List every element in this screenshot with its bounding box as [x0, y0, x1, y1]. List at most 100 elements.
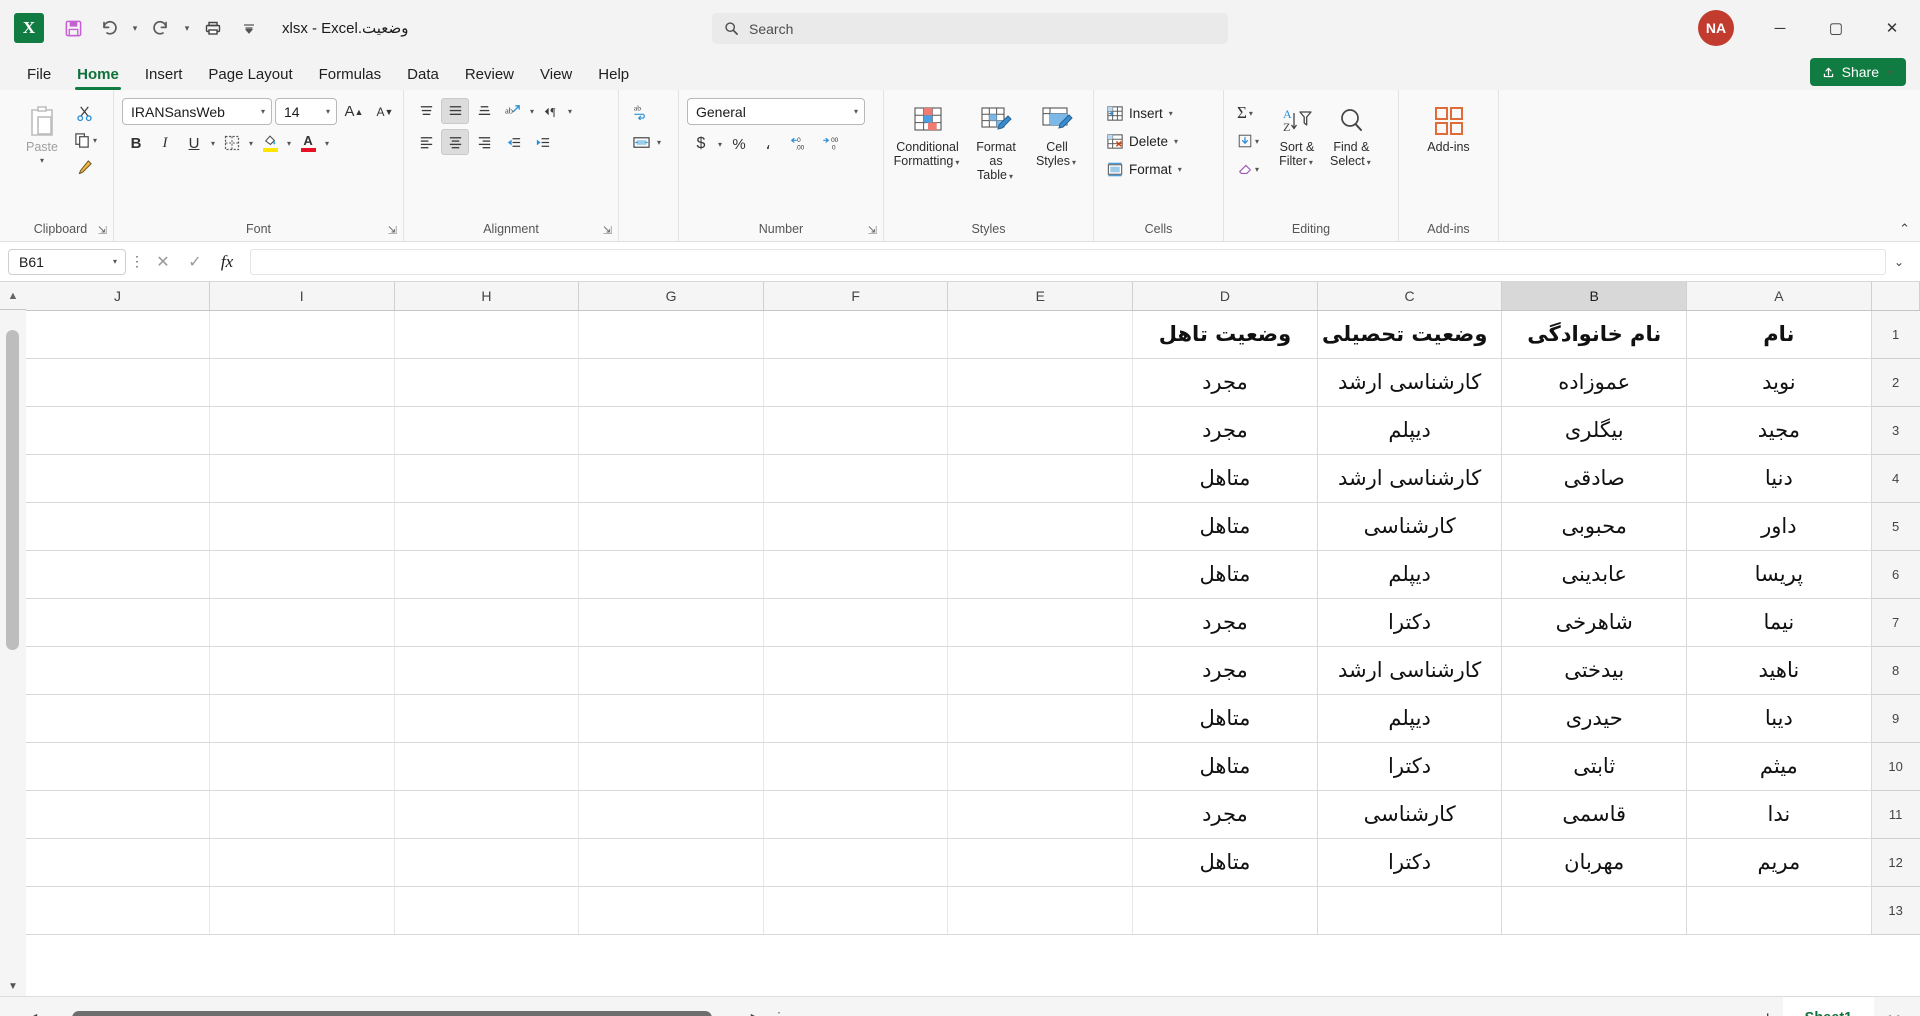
cut-button[interactable]: [70, 100, 98, 126]
cell-D2[interactable]: مجرد: [1132, 358, 1318, 407]
vertical-scroll-thumb[interactable]: [6, 330, 19, 650]
font-name-dropdown-arrow[interactable]: ▾: [259, 107, 267, 116]
cell-J5[interactable]: [26, 502, 210, 551]
cell-I10[interactable]: [209, 742, 395, 791]
cell-G2[interactable]: [578, 358, 764, 407]
cell-E12[interactable]: [947, 838, 1134, 887]
cell-H4[interactable]: [394, 454, 580, 503]
wrap-text-button[interactable]: ab: [627, 98, 655, 124]
paste-button[interactable]: Paste ▾: [16, 98, 68, 172]
cell-D11[interactable]: مجرد: [1132, 790, 1318, 839]
orientation-dropdown-arrow[interactable]: ▾: [528, 107, 536, 116]
scroll-right-button[interactable]: ▶: [744, 1011, 766, 1016]
cell-B5[interactable]: محبوبی: [1501, 502, 1688, 551]
cell-D7[interactable]: مجرد: [1132, 598, 1318, 647]
cell-E3[interactable]: [947, 406, 1134, 455]
bold-button[interactable]: B: [122, 130, 150, 156]
tab-view[interactable]: View: [527, 60, 585, 90]
cell-I7[interactable]: [209, 598, 395, 647]
format-as-table-button[interactable]: Format as Table ▾: [965, 98, 1027, 188]
sort-filter-dropdown-arrow[interactable]: ▾: [1307, 158, 1315, 167]
cell-D6[interactable]: متاهل: [1132, 550, 1318, 599]
fill-color-button[interactable]: [256, 130, 284, 156]
cell-B12[interactable]: مهربان: [1501, 838, 1688, 887]
cell-C11[interactable]: کارشناسی: [1317, 790, 1503, 839]
cell-H12[interactable]: [394, 838, 580, 887]
cell-J10[interactable]: [26, 742, 210, 791]
underline-button[interactable]: U: [180, 130, 208, 156]
cell-D9[interactable]: متاهل: [1132, 694, 1318, 743]
align-top-button[interactable]: [412, 98, 440, 124]
font-color-button[interactable]: A: [294, 130, 322, 156]
cell-A11[interactable]: ندا: [1686, 790, 1872, 839]
increase-decimal-button[interactable]: 0 .00: [783, 131, 815, 157]
cell-G11[interactable]: [578, 790, 764, 839]
undo-button[interactable]: [92, 12, 126, 44]
cell-I3[interactable]: [209, 406, 395, 455]
column-header-J[interactable]: J: [26, 282, 210, 311]
cell-I2[interactable]: [209, 358, 395, 407]
cell-G3[interactable]: [578, 406, 764, 455]
cell-B2[interactable]: عموزاده: [1501, 358, 1688, 407]
cell-C5[interactable]: کارشناسی: [1317, 502, 1503, 551]
cell-G4[interactable]: [578, 454, 764, 503]
cell-styles-dropdown-arrow[interactable]: ▾: [1070, 158, 1078, 167]
align-bottom-button[interactable]: [470, 98, 498, 124]
scroll-left-button[interactable]: ◀: [22, 1011, 44, 1016]
cell-F8[interactable]: [763, 646, 949, 695]
cell-J1[interactable]: [26, 310, 210, 359]
cell-A5[interactable]: داور: [1686, 502, 1872, 551]
cell-E8[interactable]: [947, 646, 1134, 695]
cell-H5[interactable]: [394, 502, 580, 551]
conditional-formatting-button[interactable]: Conditional Formatting ▾: [892, 98, 963, 174]
cell-D8[interactable]: مجرد: [1132, 646, 1318, 695]
align-left-button[interactable]: [412, 129, 440, 155]
accounting-format-button[interactable]: $: [687, 131, 715, 157]
cell-C7[interactable]: دکترا: [1317, 598, 1503, 647]
cell-I13[interactable]: [209, 886, 395, 935]
tab-data[interactable]: Data: [394, 60, 452, 90]
text-direction-button[interactable]: ¶: [537, 98, 565, 124]
cell-D10[interactable]: متاهل: [1132, 742, 1318, 791]
column-header-C[interactable]: C: [1317, 282, 1503, 311]
cell-B4[interactable]: صادقی: [1501, 454, 1688, 503]
row-header-8[interactable]: 8: [1870, 646, 1920, 695]
addins-button[interactable]: Add-ins: [1418, 98, 1480, 158]
font-size-combo[interactable]: 14 ▾: [275, 98, 337, 125]
cell-F2[interactable]: [763, 358, 949, 407]
tab-review[interactable]: Review: [452, 60, 527, 90]
horizontal-scroll-track[interactable]: [44, 1010, 744, 1016]
cell-H1[interactable]: [394, 310, 580, 359]
cell-B9[interactable]: حیدری: [1501, 694, 1688, 743]
decrease-indent-button[interactable]: [499, 129, 527, 155]
cell-E10[interactable]: [947, 742, 1134, 791]
row-header-4[interactable]: 4: [1870, 454, 1920, 503]
avatar[interactable]: NA: [1698, 10, 1734, 46]
delete-cells-dropdown-arrow[interactable]: ▾: [1172, 137, 1180, 146]
merge-center-button[interactable]: [627, 129, 655, 155]
clear-dropdown-arrow[interactable]: ▾: [1253, 165, 1261, 174]
merge-center-dropdown-arrow[interactable]: ▾: [655, 138, 663, 147]
formula-input[interactable]: [250, 248, 1886, 275]
cell-C10[interactable]: دکترا: [1317, 742, 1503, 791]
italic-button[interactable]: I: [151, 130, 179, 156]
cell-B7[interactable]: شاهرخی: [1501, 598, 1688, 647]
clear-button[interactable]: ▾: [1232, 156, 1270, 182]
cell-D1[interactable]: وضعیت تاهل: [1132, 310, 1318, 359]
cell-E6[interactable]: [947, 550, 1134, 599]
cell-I4[interactable]: [209, 454, 395, 503]
orientation-button[interactable]: ab: [499, 98, 527, 124]
row-header-12[interactable]: 12: [1870, 838, 1920, 887]
decrease-decimal-button[interactable]: 00 0: [816, 131, 848, 157]
split-handle[interactable]: ⋮: [766, 1009, 792, 1016]
vertical-scroll-track[interactable]: [0, 310, 26, 976]
cell-G6[interactable]: [578, 550, 764, 599]
cell-E4[interactable]: [947, 454, 1134, 503]
fill-color-dropdown-arrow[interactable]: ▾: [285, 139, 293, 148]
minimize-button[interactable]: ─: [1752, 0, 1808, 56]
cell-I8[interactable]: [209, 646, 395, 695]
cell-D13[interactable]: [1132, 886, 1318, 935]
cell-G7[interactable]: [578, 598, 764, 647]
sheet-tab-sheet1[interactable]: Sheet1: [1782, 997, 1875, 1016]
cell-C6[interactable]: دیپلم: [1317, 550, 1503, 599]
